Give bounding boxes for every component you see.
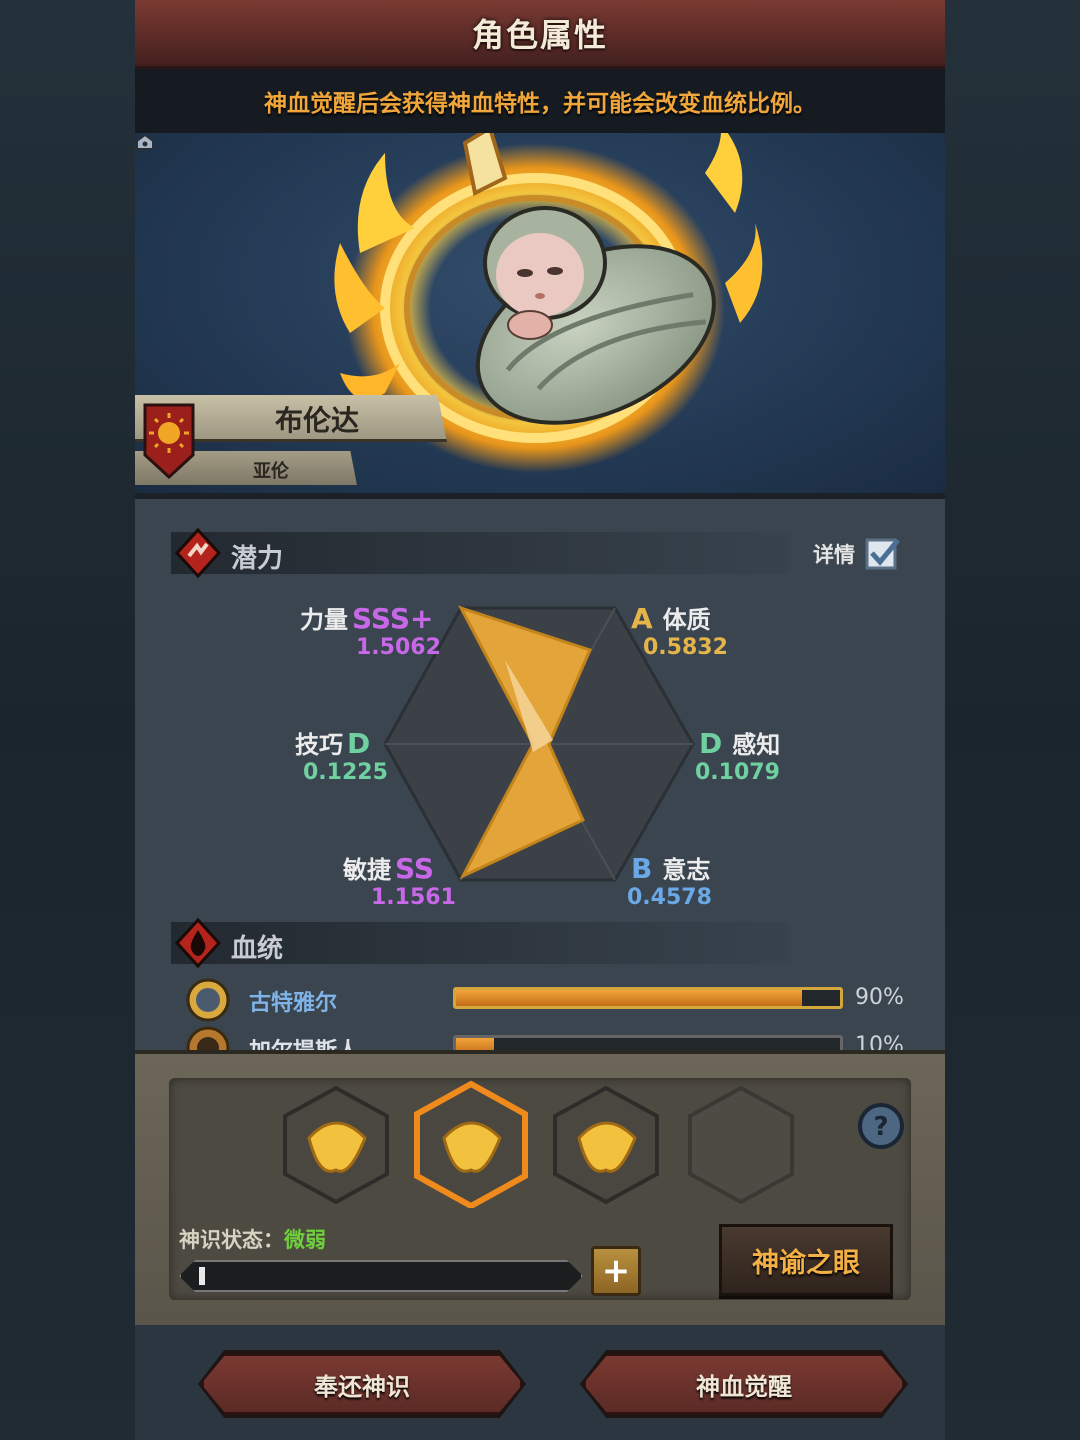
details-toggle[interactable]: 详情 — [813, 536, 901, 572]
character-attributes-panel: 角色属性 神血觉醒后会获得神血特性，并可能会改变血统比例。 布伦达 亚伦 潜力 … — [135, 0, 945, 1440]
character-nameplate: 布伦达 亚伦 — [135, 395, 585, 495]
stat-skill-grade: D — [347, 727, 371, 760]
stat-agility-value: 1.1561 — [371, 885, 456, 910]
blood-awaken-button[interactable]: 神血觉醒 — [580, 1350, 908, 1418]
awakening-hint: 神血觉醒后会获得神血特性，并可能会改变血统比例。 — [135, 69, 945, 133]
potential-radar-chart: 力量 SSS+ 1.5062 A 体质 0.5832 技巧 D 0.1225 D 感知 … — [135, 580, 945, 920]
divine-progress-fill — [199, 1267, 205, 1285]
divine-slot-2-selected[interactable] — [414, 1080, 528, 1208]
divine-slot-1[interactable] — [283, 1085, 389, 1205]
title-bar: 角色属性 — [135, 0, 945, 69]
divine-progress-bar — [179, 1260, 583, 1292]
stat-perception-name: 感知 — [732, 731, 781, 759]
divine-awakening-panel: ? 神识状态：微弱 + 神谕之眼 — [135, 1050, 945, 1329]
divine-slot-3[interactable] — [553, 1085, 659, 1205]
help-icon[interactable]: ? — [857, 1102, 905, 1150]
potential-label: 潜力 — [231, 544, 284, 574]
stat-strength-name: 力量 — [300, 606, 348, 634]
character-name: 布伦达 — [275, 404, 360, 437]
stat-will-grade: B — [631, 852, 653, 885]
hint-text: 神血觉醒后会获得神血特性，并可能会改变血统比例。 — [264, 91, 816, 117]
help-label: ? — [873, 1112, 888, 1142]
stat-constitution: A 体质 0.5832 — [627, 600, 728, 660]
lineage-label: 血统 — [231, 934, 284, 964]
lineage-bar-fill — [456, 990, 802, 1006]
stat-agility-name: 敏捷 — [343, 856, 391, 884]
return-divine-label: 奉还神识 — [314, 1372, 410, 1401]
add-divine-button[interactable]: + — [591, 1246, 641, 1296]
details-checkbox[interactable] — [865, 536, 901, 572]
stat-constitution-value: 0.5832 — [643, 635, 728, 660]
stat-perception-grade: D — [699, 727, 723, 760]
potential-header: 潜力 — [171, 528, 791, 578]
lineage-row: 古特雅尔 90% — [185, 977, 915, 1022]
oracle-eye-button[interactable]: 神谕之眼 — [719, 1224, 893, 1296]
gutyar-emblem-icon — [186, 978, 230, 1022]
stat-will-value: 0.4578 — [627, 885, 712, 910]
right-backdrop — [945, 0, 1080, 1440]
return-divine-button[interactable]: 奉还神识 — [198, 1350, 526, 1418]
left-backdrop — [0, 0, 135, 1440]
stat-will-name: 意志 — [662, 856, 711, 884]
stat-constitution-grade: A — [631, 602, 653, 635]
rank-icon — [136, 133, 154, 150]
lineage-bar — [453, 987, 843, 1009]
details-label: 详情 — [813, 543, 855, 567]
radar-graph — [383, 605, 695, 882]
stat-skill-value: 0.1225 — [303, 760, 388, 785]
stat-perception: D 感知 0.1079 — [695, 725, 780, 785]
oracle-eye-label: 神谕之眼 — [752, 1247, 860, 1279]
stat-agility: 敏捷 SS 1.1561 — [343, 850, 456, 910]
divine-slot-4-empty[interactable] — [688, 1085, 794, 1205]
divine-slot-area: ? 神识状态：微弱 + 神谕之眼 — [169, 1078, 911, 1300]
potential-icon — [175, 528, 221, 578]
stat-strength: 力量 SSS+ 1.5062 — [300, 600, 441, 660]
lineage-name: 古特雅尔 — [249, 991, 338, 1016]
page-title: 角色属性 — [471, 16, 608, 54]
stat-strength-value: 1.5062 — [356, 635, 441, 660]
stat-constitution-name: 体质 — [662, 606, 711, 634]
stat-strength-grade: SSS+ — [352, 602, 434, 635]
stat-perception-value: 0.1079 — [695, 760, 780, 785]
divine-slots — [283, 1080, 794, 1208]
footer-actions: 奉还神识 神血觉醒 — [135, 1325, 945, 1440]
stat-will: B 意志 0.4578 — [627, 850, 712, 910]
blood-awaken-label: 神血觉醒 — [696, 1372, 792, 1401]
divine-state-value: 微弱 — [284, 1228, 326, 1252]
lineage-percent: 90% — [855, 985, 904, 1010]
lineage-header: 血统 — [171, 918, 791, 968]
stat-skill: 技巧 D 0.1225 — [295, 725, 388, 785]
divine-state-label: 神识状态： — [179, 1228, 284, 1252]
house-crest-icon — [143, 403, 195, 479]
blood-drop-icon — [175, 918, 221, 968]
character-house: 亚伦 — [253, 461, 289, 482]
divine-state: 神识状态：微弱 — [179, 1224, 326, 1254]
stat-agility-grade: SS — [395, 852, 435, 885]
stat-skill-name: 技巧 — [295, 731, 343, 759]
